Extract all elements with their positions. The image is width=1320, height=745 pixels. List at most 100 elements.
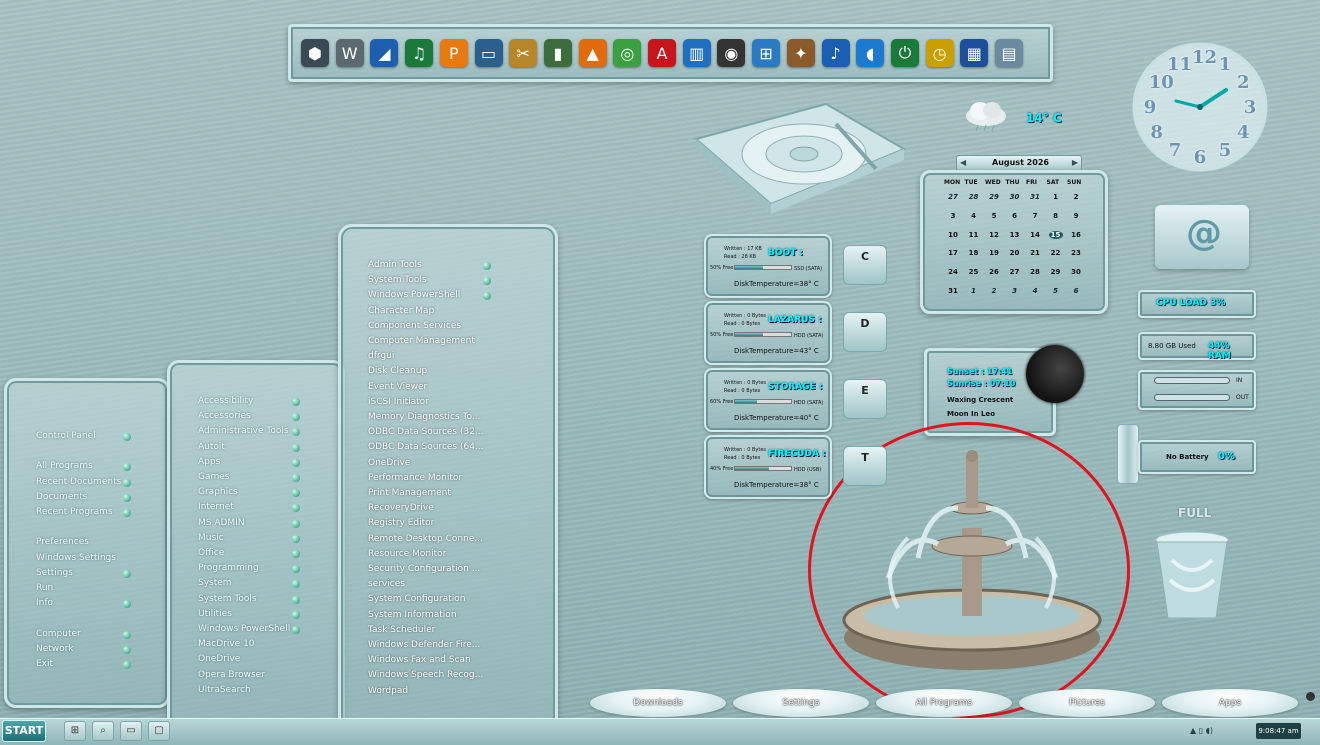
task-view-icon[interactable]: ▭	[120, 721, 142, 741]
drive-t-icon[interactable]: T	[843, 446, 887, 486]
menu-item[interactable]: Office	[198, 548, 224, 558]
calendar-day[interactable]: 17	[946, 249, 960, 257]
menu-item[interactable]: Utilities	[198, 609, 232, 619]
pdf-tool-icon[interactable]: P	[439, 39, 468, 67]
calendar-day[interactable]: 8	[1049, 212, 1063, 220]
calendar-day[interactable]: 18	[967, 249, 981, 257]
menu-item[interactable]: Exit	[36, 659, 53, 669]
w-logo-icon[interactable]: W	[335, 39, 364, 67]
calendar-next-button[interactable]: ▶	[1072, 158, 1078, 167]
menu-item[interactable]: Windows Speech Recog...	[368, 670, 483, 680]
menu-item[interactable]: Programming	[198, 563, 259, 573]
network-tray-icon[interactable]: ▯	[1199, 726, 1203, 735]
menu-item[interactable]: services	[368, 579, 405, 589]
alarm-clock-icon[interactable]: ◷	[925, 39, 954, 67]
menu-item[interactable]: System Configuration	[368, 594, 465, 604]
calendar-day[interactable]: 3	[1008, 287, 1022, 295]
show-desktop-button[interactable]	[1306, 692, 1315, 701]
menu-item[interactable]: Wordpad	[368, 686, 408, 696]
calendar-day[interactable]: 19	[987, 249, 1001, 257]
calendar-day[interactable]: 13	[1008, 231, 1022, 239]
menu-item[interactable]: Info	[36, 598, 53, 608]
reader-icon[interactable]: ▥	[682, 39, 711, 67]
calendar-day[interactable]: 11	[967, 231, 981, 239]
calendar-day[interactable]: 5	[987, 212, 1001, 220]
drive-d-icon[interactable]: D	[843, 312, 887, 352]
paint-icon[interactable]: ▦	[960, 39, 989, 67]
cyberlink-icon[interactable]: ◢	[370, 39, 399, 67]
calendar-day[interactable]: 5	[1049, 287, 1063, 295]
menu-item[interactable]: System	[198, 578, 232, 588]
acrobat-icon[interactable]: A	[648, 39, 676, 67]
calendar-day[interactable]: 9	[1069, 212, 1083, 220]
calendar-day[interactable]: 20	[1008, 249, 1022, 257]
menu-item[interactable]: Security Configuration ...	[368, 564, 480, 574]
shortcut-downloads-button[interactable]: Downloads	[590, 689, 726, 717]
book-icon[interactable]: ▮	[543, 39, 572, 67]
menu-item[interactable]: System Information	[368, 610, 457, 620]
volume-tray-icon[interactable]: ◖)	[1206, 726, 1213, 735]
calendar-day[interactable]: 28	[1028, 268, 1042, 276]
menu-item[interactable]: Windows PowerShell	[368, 290, 460, 300]
web-icon[interactable]: ◎	[613, 39, 642, 67]
calendar-day[interactable]: 31	[1028, 193, 1042, 201]
calendar-day[interactable]: 27	[1008, 268, 1022, 276]
shortcut-pictures-button[interactable]: Pictures	[1019, 689, 1155, 717]
calendar-today[interactable]: 15	[1048, 230, 1063, 239]
menu-item[interactable]: All Programs	[36, 461, 93, 471]
menu-item[interactable]: Accessories	[198, 411, 251, 421]
calendar-day[interactable]: 27	[946, 193, 960, 201]
menu-item[interactable]: Network	[36, 644, 74, 654]
menu-item[interactable]: Opera Browser	[198, 670, 265, 680]
tools-icon[interactable]: ✦	[786, 39, 815, 67]
drive-e-icon[interactable]: E	[843, 379, 887, 419]
menu-item[interactable]: Character Map	[368, 306, 434, 316]
calendar-day[interactable]: 2	[987, 287, 1001, 295]
winaero-icon[interactable]: ⬢	[301, 39, 329, 67]
menu-item[interactable]: Accessibility	[198, 396, 253, 406]
menu-item[interactable]: Event Viewer	[368, 382, 427, 392]
calendar-day[interactable]: 30	[1008, 193, 1022, 201]
windows-icon[interactable]: ⊞	[752, 39, 781, 67]
taskbar-clock[interactable]: 9:08:47 am	[1256, 723, 1301, 739]
calendar-day[interactable]: 26	[987, 268, 1001, 276]
calendar-day[interactable]: 25	[967, 268, 981, 276]
menu-item[interactable]: ODBC Data Sources (32...	[368, 427, 484, 437]
shortcut-settings-button[interactable]: Settings	[733, 689, 869, 717]
menu-item[interactable]: Preferences	[36, 537, 89, 547]
menu-item[interactable]: Windows Fax and Scan	[368, 655, 471, 665]
menu-item[interactable]: Memory Diagnostics To...	[368, 412, 480, 422]
menu-item[interactable]: MacDrive 10	[198, 639, 255, 649]
calendar-day[interactable]: 1	[1049, 193, 1063, 201]
search-icon[interactable]: ⌕	[92, 721, 114, 741]
menu-item[interactable]: System Tools	[198, 594, 257, 604]
menu-item[interactable]: OneDrive	[368, 458, 410, 468]
menu-item[interactable]: Computer Management	[368, 336, 475, 346]
camera-icon[interactable]: ◉	[717, 39, 746, 67]
calendar-day[interactable]: 30	[1069, 268, 1083, 276]
calendar-day[interactable]: 14	[1028, 231, 1042, 239]
email-widget[interactable]: @	[1155, 205, 1249, 269]
calendar-day[interactable]: 16	[1069, 231, 1083, 239]
calendar-day[interactable]: 4	[1028, 287, 1042, 295]
menu-item[interactable]: MS ADMIN	[198, 518, 245, 528]
calendar-day[interactable]: 21	[1028, 249, 1042, 257]
menu-item[interactable]: Games	[198, 472, 229, 482]
shortcut-apps-button[interactable]: Apps	[1162, 689, 1298, 717]
menu-item[interactable]: OneDrive	[198, 654, 240, 664]
menu-item[interactable]: Windows Settings	[36, 553, 116, 563]
menu-item[interactable]: Component Services	[368, 321, 461, 331]
menu-item[interactable]: Apps	[198, 457, 220, 467]
menu-item[interactable]: iSCSI Initiator	[368, 397, 429, 407]
calendar-day[interactable]: 29	[987, 193, 1001, 201]
menu-item[interactable]: Recent Documents	[36, 477, 121, 487]
calendar-day[interactable]: 7	[1028, 212, 1042, 220]
calendar-day[interactable]: 22	[1049, 249, 1063, 257]
windows-icon[interactable]: ⊞	[64, 721, 86, 741]
menu-item[interactable]: Registry Editor	[368, 518, 434, 528]
recycle-bin-icon[interactable]	[1152, 530, 1232, 622]
menu-item[interactable]: Performance Monitor	[368, 473, 462, 483]
calendar-day[interactable]: 6	[1008, 212, 1022, 220]
printer-icon[interactable]: ▤	[995, 39, 1023, 67]
calendar-day[interactable]: 12	[987, 231, 1001, 239]
